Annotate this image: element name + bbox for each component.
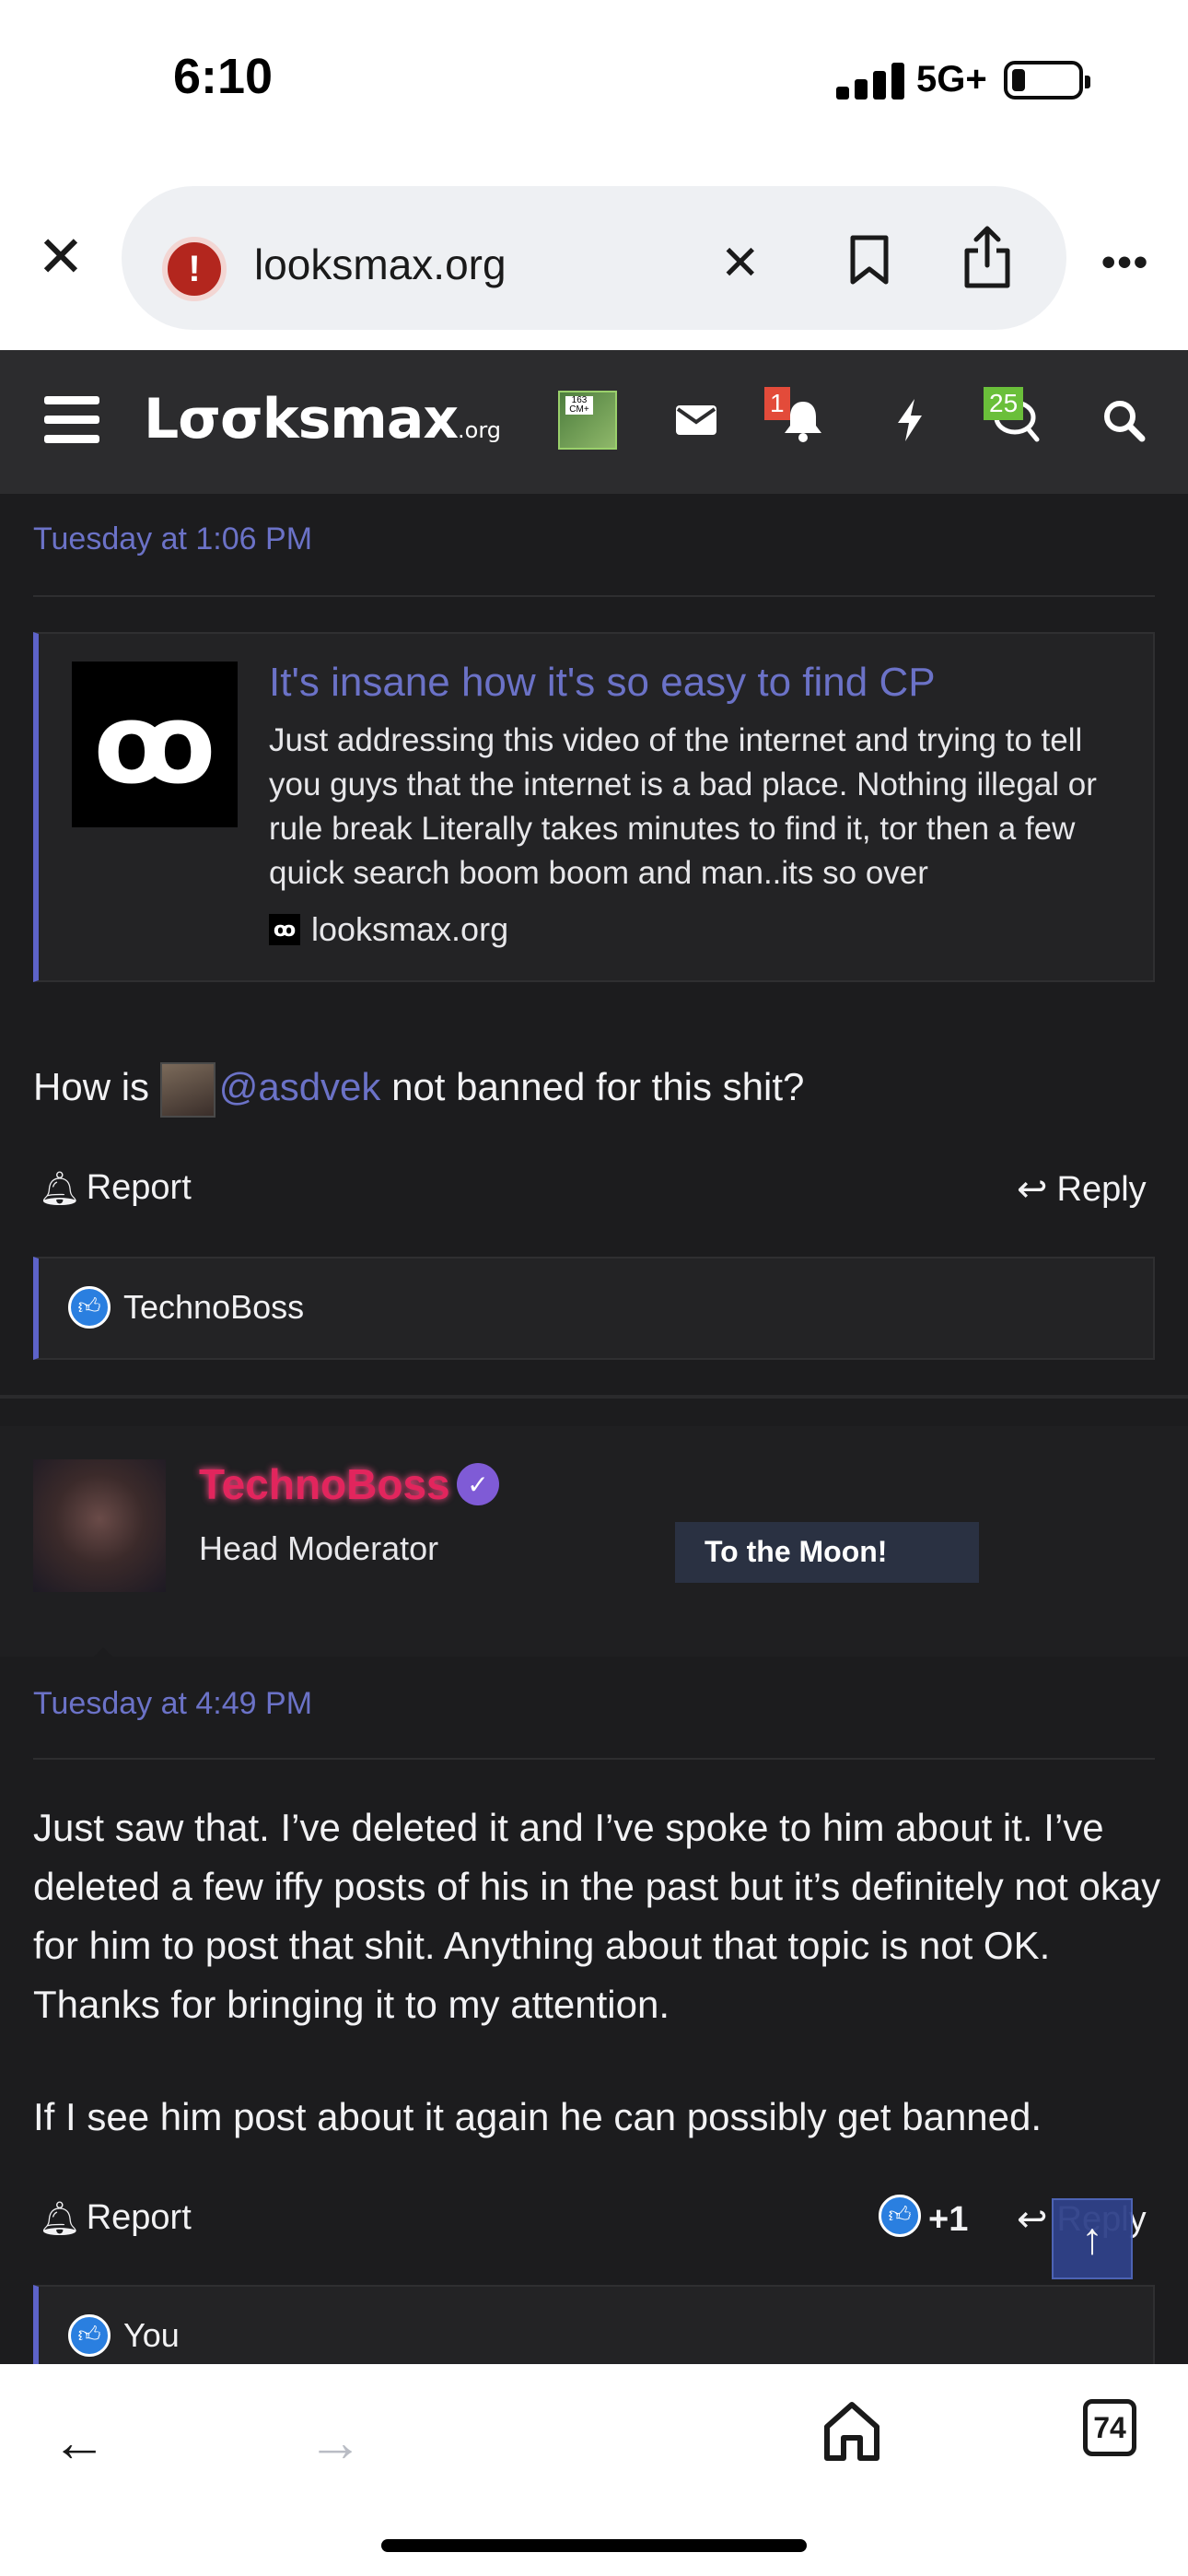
post-body-paragraph: Just saw that. I’ve deleted it and I’ve … (33, 1806, 1161, 2026)
bookmark-icon[interactable] (849, 234, 890, 286)
embed-title[interactable]: It's insane how it's so easy to find CP (269, 660, 936, 706)
url-bar[interactable]: ! looksmax.org ✕ (122, 186, 1066, 330)
report-label: Report (86, 1168, 192, 1207)
report-bell-icon: 🔔︎ (39, 1168, 81, 1207)
site-warning-icon[interactable]: ! (162, 237, 227, 301)
verified-icon: ✓ (457, 1463, 499, 1505)
site-header: Lσσksmax.org 163 CM+ 1 25 (0, 350, 1188, 494)
reaction-user[interactable]: TechnoBoss (123, 1288, 304, 1327)
home-indicator[interactable] (381, 2539, 807, 2552)
mail-icon[interactable] (670, 394, 722, 446)
home-icon[interactable] (821, 2399, 882, 2464)
forward-icon[interactable]: → (308, 2410, 363, 2474)
reactions-bar[interactable]: 👍︎ You (33, 2285, 1155, 2364)
network-label: 5G+ (916, 59, 987, 100)
browser-toolbar: ✕ ! looksmax.org ✕ ••• (0, 175, 1188, 350)
battery-icon (1004, 61, 1090, 100)
embed-thumbnail: ꝏ (72, 662, 238, 827)
embed-source-label: looksmax.org (311, 910, 509, 948)
report-label: Report (86, 2198, 192, 2237)
post-body-prefix: How is (33, 1065, 150, 1108)
report-bell-icon: 🔔︎ (39, 2198, 81, 2237)
reply-label: Reply (1056, 1169, 1147, 1209)
author-banner: To the Moon! (675, 1522, 979, 1583)
status-time: 6:10 (173, 49, 274, 104)
reply-button[interactable]: ↩ Reply (1017, 1168, 1147, 1211)
divider (33, 1758, 1155, 1760)
author-username[interactable]: TechnoBoss (199, 1459, 450, 1509)
user-avatar-button[interactable]: 163 CM+ (558, 391, 617, 450)
site-logo[interactable]: Lσσksmax.org (144, 387, 501, 451)
reaction-user[interactable]: You (123, 2316, 180, 2355)
thread-content: Tuesday at 1:06 PM ꝏ It's insane how it'… (0, 494, 1188, 2364)
report-button[interactable]: 🔔︎ Report (39, 2198, 192, 2238)
clear-url-icon[interactable]: ✕ (720, 240, 761, 287)
bolt-icon[interactable] (884, 394, 936, 446)
embed-source: ꝏ looksmax.org (269, 910, 508, 949)
reaction-count[interactable]: +1 (928, 2200, 968, 2240)
embed-description: Just addressing this video of the intern… (269, 722, 1097, 891)
signal-icon (836, 61, 906, 100)
conversations-badge: 25 (984, 387, 1024, 420)
url-text[interactable]: looksmax.org (254, 240, 507, 289)
post-body: How is @asdvek not banned for this shit? (33, 1058, 804, 1118)
reply-arrow-icon: ↩ (1017, 2199, 1048, 2240)
share-icon[interactable] (961, 225, 1013, 289)
alerts-badge: 1 (764, 387, 790, 420)
author-role: Head Moderator (199, 1529, 439, 1567)
scroll-to-top-button[interactable]: ↑ (1052, 2198, 1133, 2279)
site-favicon-icon: ꝏ (269, 914, 300, 945)
hamburger-icon[interactable] (44, 396, 99, 444)
close-icon[interactable]: ✕ (35, 229, 87, 287)
like-icon[interactable]: 👍︎ (879, 2195, 921, 2237)
like-icon: 👍︎ (68, 2314, 111, 2357)
reactions-bar[interactable]: 👍︎ TechnoBoss (33, 1257, 1155, 1360)
like-icon: 👍︎ (68, 1286, 111, 1329)
status-bar: 6:10 5G+ (0, 0, 1188, 175)
divider (33, 595, 1155, 597)
search-icon[interactable] (1098, 394, 1149, 446)
author-avatar[interactable] (33, 1459, 166, 1592)
back-icon[interactable]: ← (52, 2410, 107, 2474)
link-embed[interactable]: ꝏ It's insane how it's so easy to find C… (33, 632, 1155, 982)
mention-avatar[interactable] (159, 1061, 215, 1118)
arrow-up-icon: ↑ (1081, 2214, 1103, 2264)
more-icon[interactable]: ••• (1101, 240, 1149, 286)
post-timestamp[interactable]: Tuesday at 4:49 PM (33, 1686, 312, 1722)
post-body-paragraph: If I see him post about it again he can … (33, 2095, 1042, 2138)
post-timestamp[interactable]: Tuesday at 1:06 PM (33, 521, 312, 557)
report-button[interactable]: 🔔︎ Report (39, 1168, 192, 1208)
tabs-icon[interactable]: 74 (1083, 2399, 1136, 2456)
post-author-block: TechnoBoss ✓ Head Moderator To the Moon! (0, 1426, 1188, 1671)
author-pointer (79, 1647, 127, 1671)
post-body-suffix: not banned for this shit? (391, 1065, 805, 1108)
user-mention[interactable]: @asdvek (219, 1065, 381, 1108)
reply-arrow-icon: ↩ (1017, 1169, 1048, 1210)
post-separator (0, 1395, 1188, 1399)
